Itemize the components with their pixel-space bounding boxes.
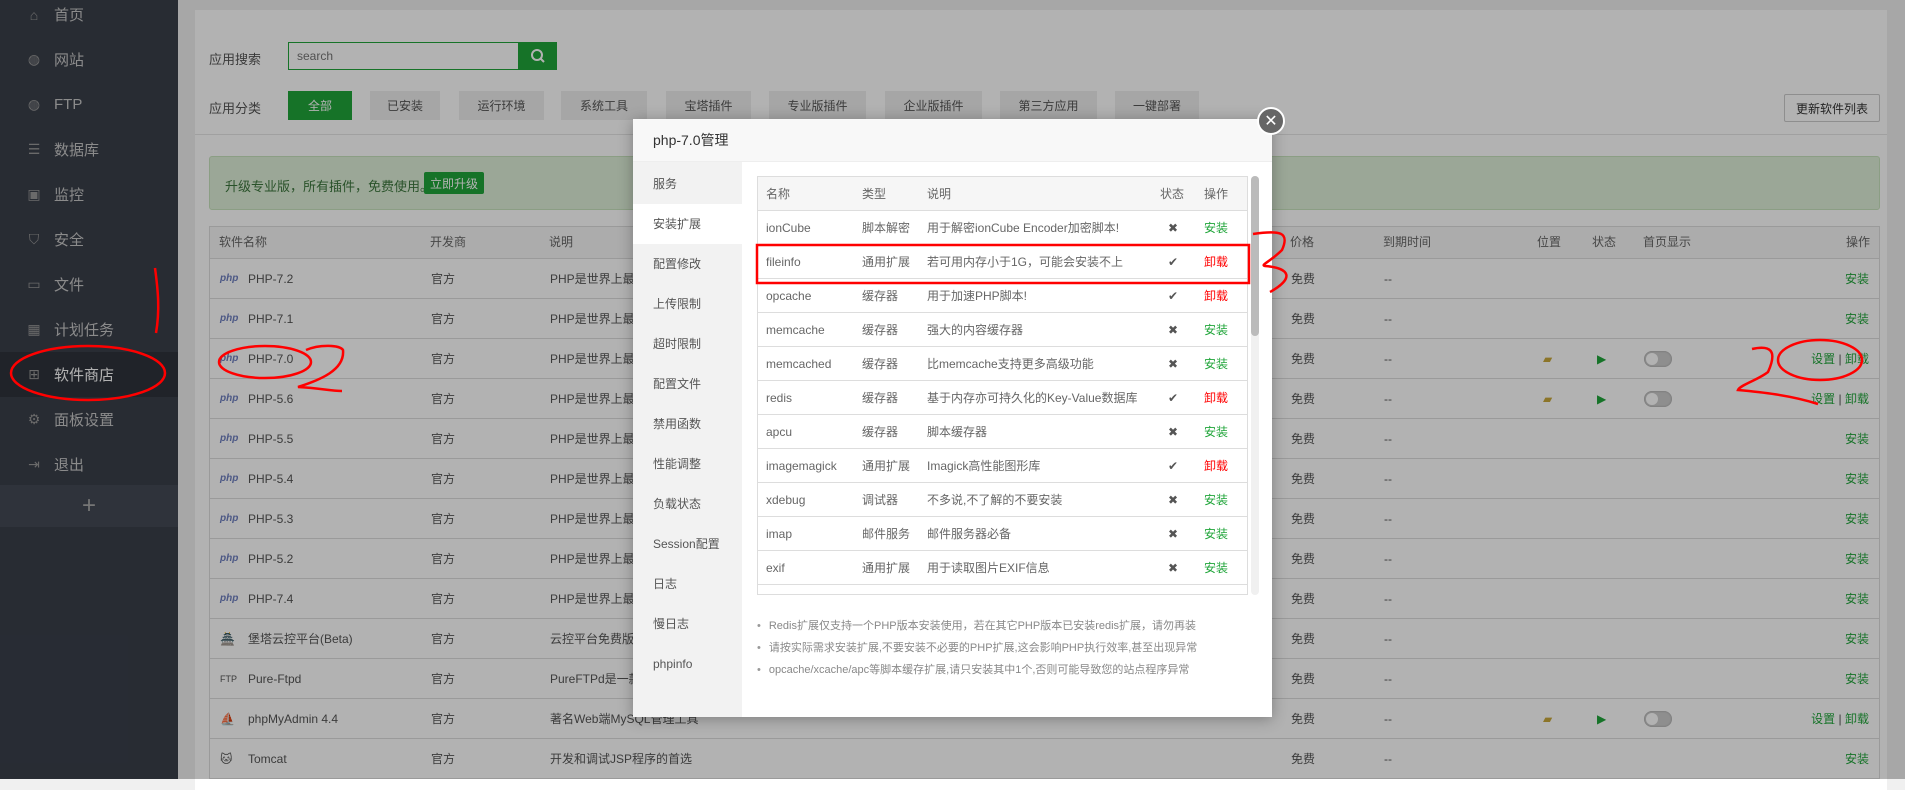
- ext-desc: 邮件服务器必备: [927, 527, 1012, 541]
- extension-row: exif 通用扩展 用于读取图片EXIF信息 ✖ 安装: [758, 551, 1247, 585]
- ext-name: exif: [766, 561, 785, 575]
- modal-menu-item-1[interactable]: 安装扩展: [633, 204, 742, 244]
- ext-type: 通用扩展: [862, 561, 911, 575]
- ext-desc: 用于解密ionCube Encoder加密脚本!: [927, 221, 1120, 235]
- ext-type: 缓存器: [862, 323, 899, 337]
- ext-desc: 基于内存亦可持久化的Key-Value数据库: [927, 391, 1138, 405]
- cross-icon: ✖: [1168, 357, 1179, 371]
- cross-icon: ✖: [1168, 561, 1179, 575]
- extension-row: memcache 缓存器 强大的内容缓存器 ✖ 安装: [758, 313, 1247, 347]
- modal-menu-item-12[interactable]: phpinfo: [633, 644, 742, 684]
- ext-name: memcached: [766, 357, 832, 371]
- ext-name: redis: [766, 391, 793, 405]
- extension-row: imap 邮件服务 邮件服务器必备 ✖ 安装: [758, 517, 1247, 551]
- modal-menu-item-8[interactable]: 负载状态: [633, 484, 742, 524]
- ext-desc: 用于读取图片EXIF信息: [927, 561, 1050, 575]
- extension-row: xdebug 调试器 不多说,不了解的不要安装 ✖ 安装: [758, 483, 1247, 517]
- cross-icon: ✖: [1168, 527, 1179, 541]
- note: Redis扩展仅支持一个PHP版本安装使用，若在其它PHP版本已安装redis扩…: [757, 615, 1257, 637]
- note: opcache/xcache/apc等脚本缓存扩展,请只安装其中1个,否则可能导…: [757, 659, 1257, 681]
- modal-menu-item-5[interactable]: 配置文件: [633, 364, 742, 404]
- uninstall-extension-link[interactable]: 卸载: [1204, 381, 1228, 415]
- modal-menu-item-3[interactable]: 上传限制: [633, 284, 742, 324]
- ext-type: 缓存器: [862, 391, 899, 405]
- install-extension-link[interactable]: 安装: [1204, 313, 1228, 347]
- ext-col-type: 类型: [862, 187, 887, 201]
- ext-name: imagemagick: [766, 459, 837, 473]
- ext-type: 通用扩展: [862, 255, 911, 269]
- extension-row: memcached 缓存器 比memcache支持更多高级功能 ✖ 安装: [758, 347, 1247, 381]
- extension-row: apcu 缓存器 脚本缓存器 ✖ 安装: [758, 415, 1247, 449]
- ext-name: fileinfo: [766, 255, 801, 269]
- extension-row: fileinfo 通用扩展 若可用内存小于1G，可能会安装不上 ✔ 卸载: [758, 245, 1247, 279]
- cross-icon: ✖: [1168, 493, 1179, 507]
- ext-desc: Imagick高性能图形库: [927, 459, 1041, 473]
- ext-col-desc: 说明: [927, 187, 952, 201]
- ext-col-status: 状态: [1160, 187, 1185, 201]
- install-extension-link[interactable]: 安装: [1204, 211, 1228, 245]
- check-icon: ✔: [1168, 459, 1179, 473]
- modal-menu-item-0[interactable]: 服务: [633, 164, 742, 204]
- install-extension-link[interactable]: 安装: [1204, 347, 1228, 381]
- ext-type: 脚本解密: [862, 221, 911, 235]
- uninstall-extension-link[interactable]: 卸载: [1204, 449, 1228, 483]
- modal-menu-item-7[interactable]: 性能调整: [633, 444, 742, 484]
- scrollbar[interactable]: [1251, 176, 1259, 595]
- notes: Redis扩展仅支持一个PHP版本安装使用，若在其它PHP版本已安装redis扩…: [757, 615, 1257, 681]
- cross-icon: ✖: [1168, 221, 1179, 235]
- extensions-table: 名称 类型 说明 状态 操作 ionCube 脚本解密 用于解密ionCube En…: [757, 176, 1248, 595]
- extension-row: opcache 缓存器 用于加速PHP脚本! ✔ 卸载: [758, 279, 1247, 313]
- ext-desc: 若可用内存小于1G，可能会安装不上: [927, 255, 1124, 269]
- cross-icon: ✖: [1168, 425, 1179, 439]
- ext-desc: 比memcache支持更多高级功能: [927, 357, 1094, 371]
- check-icon: ✔: [1168, 255, 1179, 269]
- ext-desc: 用于加速PHP脚本!: [927, 289, 1028, 303]
- scrollbar-thumb[interactable]: [1251, 176, 1259, 336]
- ext-type: 缓存器: [862, 357, 899, 371]
- modal-menu: 服务 安装扩展 配置修改 上传限制 超时限制 配置文件 禁用函数 性能调整 负载状态 Sessio…: [633, 162, 742, 717]
- ext-type: 调试器: [862, 493, 899, 507]
- uninstall-extension-link[interactable]: 卸载: [1204, 245, 1228, 279]
- ext-desc: 脚本缓存器: [927, 425, 988, 439]
- modal-menu-item-11[interactable]: 慢日志: [633, 604, 742, 644]
- ext-type: 通用扩展: [862, 459, 911, 473]
- php-manage-modal: php-7.0管理 服务 安装扩展 配置修改 上传限制 超时限制 配置文件 禁用函数 性能调整…: [633, 119, 1272, 717]
- ext-name: xdebug: [766, 493, 806, 507]
- extension-row: ionCube 脚本解密 用于解密ionCube Encoder加密脚本! ✖ 安装: [758, 211, 1247, 245]
- modal-menu-item-4[interactable]: 超时限制: [633, 324, 742, 364]
- install-extension-link[interactable]: 安装: [1204, 483, 1228, 517]
- check-icon: ✔: [1168, 289, 1179, 303]
- ext-col-name: 名称: [766, 187, 791, 201]
- close-icon[interactable]: ✕: [1257, 107, 1285, 135]
- ext-col-op: 操作: [1204, 187, 1229, 201]
- modal-menu-item-6[interactable]: 禁用函数: [633, 404, 742, 444]
- ext-name: memcache: [766, 323, 825, 337]
- ext-type: 缓存器: [862, 425, 899, 439]
- ext-type: 邮件服务: [862, 527, 911, 541]
- ext-name: imap: [766, 527, 793, 541]
- check-icon: ✔: [1168, 391, 1179, 405]
- uninstall-extension-link[interactable]: 卸载: [1204, 279, 1228, 313]
- modal-menu-item-9[interactable]: Session配置: [633, 524, 742, 564]
- extension-row: redis 缓存器 基于内存亦可持久化的Key-Value数据库 ✔ 卸载: [758, 381, 1247, 415]
- modal-menu-item-10[interactable]: 日志: [633, 564, 742, 604]
- modal-title: php-7.0管理: [633, 119, 1272, 162]
- modal-menu-item-2[interactable]: 配置修改: [633, 244, 742, 284]
- ext-name: ionCube: [766, 221, 811, 235]
- extensions-header: 名称 类型 说明 状态 操作: [758, 177, 1247, 211]
- ext-type: 缓存器: [862, 289, 899, 303]
- cross-icon: ✖: [1168, 323, 1179, 337]
- install-extension-link[interactable]: 安装: [1204, 415, 1228, 449]
- install-extension-link[interactable]: 安装: [1204, 517, 1228, 551]
- note: 请按实际需求安装扩展,不要安装不必要的PHP扩展,这会影响PHP执行效率,甚至出…: [757, 637, 1257, 659]
- install-extension-link[interactable]: 安装: [1204, 551, 1228, 585]
- ext-name: apcu: [766, 425, 793, 439]
- extension-row: imagemagick 通用扩展 Imagick高性能图形库 ✔ 卸载: [758, 449, 1247, 483]
- ext-name: opcache: [766, 289, 812, 303]
- ext-desc: 不多说,不了解的不要安装: [927, 493, 1063, 507]
- ext-desc: 强大的内容缓存器: [927, 323, 1024, 337]
